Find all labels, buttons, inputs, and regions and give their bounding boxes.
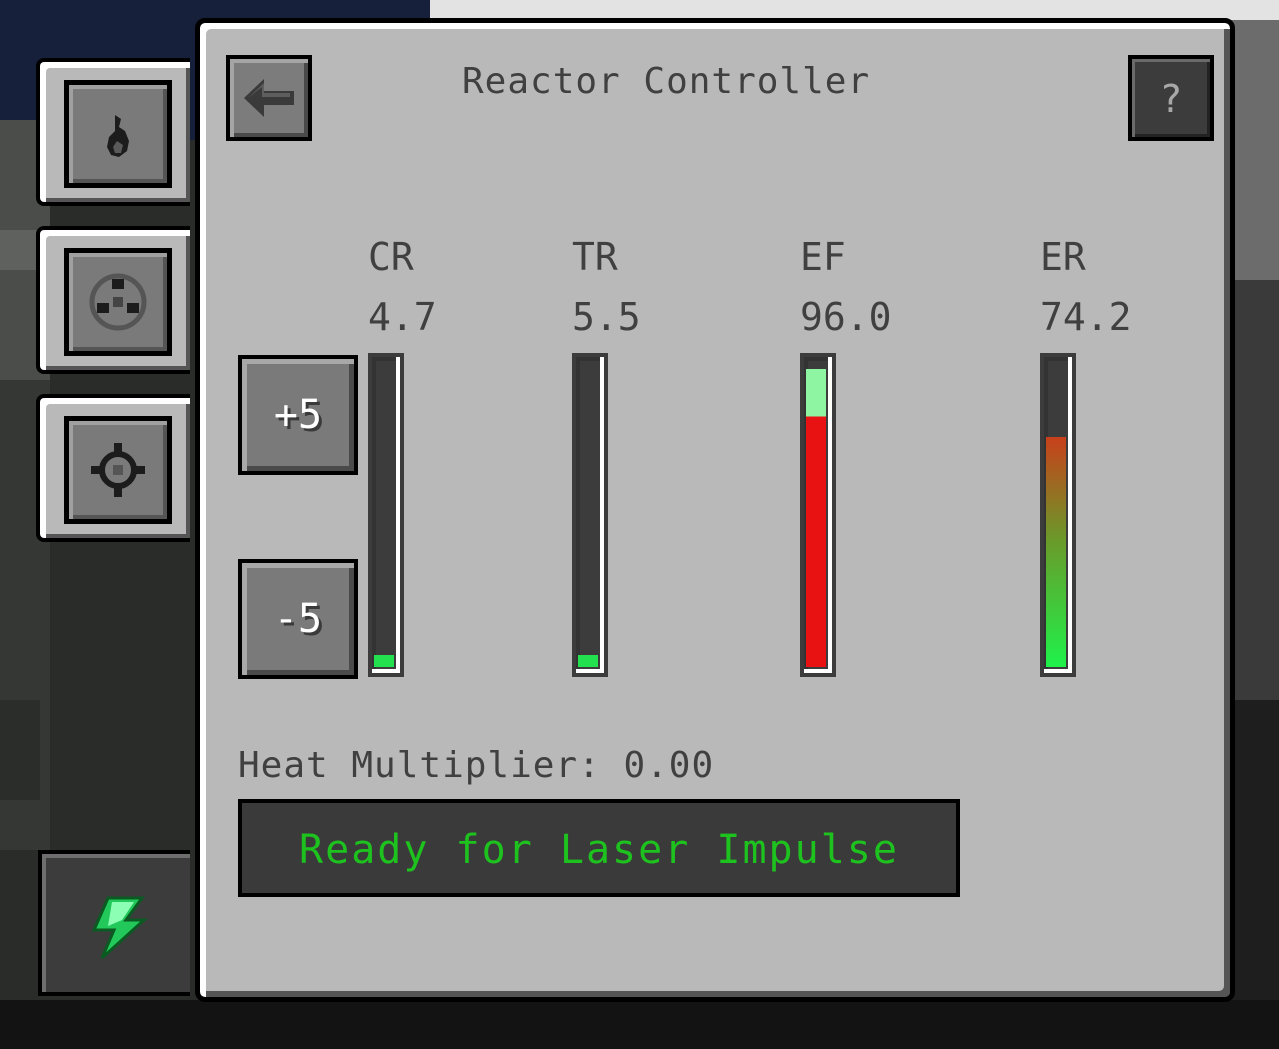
stone-block — [1230, 20, 1279, 280]
ground-shadow — [0, 1000, 1279, 1049]
game-scene: Reactor Controller ? CR 4.7 TR 5.5 EF 96… — [0, 0, 1279, 1049]
gauge-fill-tr — [578, 655, 598, 667]
side-tab-config[interactable] — [36, 394, 190, 542]
stone-block — [0, 230, 40, 270]
flame-icon — [107, 115, 129, 157]
heat-multiplier-label: Heat Multiplier: 0.00 — [238, 745, 715, 786]
gauge-value-tr: 5.5 — [572, 295, 641, 339]
increase-button[interactable]: +5 — [238, 355, 358, 475]
status-text: Ready for Laser Impulse — [299, 827, 899, 873]
page-title: Reactor Controller — [462, 61, 871, 102]
side-tab-slot — [64, 416, 172, 524]
energy-lightning-icon — [91, 896, 148, 960]
gauge-label-er: ER — [1040, 235, 1086, 279]
back-arrow-icon — [244, 79, 294, 117]
help-button-label: ? — [1159, 77, 1183, 121]
stone-block — [0, 700, 40, 800]
gauge-value-cr: 4.7 — [368, 295, 437, 339]
gauge-value-er: 74.2 — [1040, 295, 1132, 339]
gauge-fill-ef — [806, 369, 826, 667]
side-tab-slot — [64, 248, 172, 356]
gauge-label-tr: TR — [572, 235, 618, 279]
gauge-label-cr: CR — [368, 235, 414, 279]
gauge-bar-er — [1040, 353, 1076, 677]
decrease-button[interactable]: -5 — [238, 559, 358, 679]
reactor-controller-panel: Reactor Controller ? CR 4.7 TR 5.5 EF 96… — [195, 18, 1235, 1002]
side-tab-energy[interactable] — [38, 850, 190, 996]
back-button[interactable] — [226, 55, 312, 141]
reactor-core-icon — [89, 273, 147, 331]
stone-block — [1230, 700, 1279, 1049]
gauge-fill-er — [1046, 437, 1066, 667]
stone-block — [1230, 280, 1279, 700]
gauge-bar-cr — [368, 353, 404, 677]
gauge-value-ef: 96.0 — [800, 295, 892, 339]
side-tab-fuel[interactable] — [36, 58, 190, 206]
status-display: Ready for Laser Impulse — [238, 799, 960, 897]
gauge-fill-cr — [374, 655, 394, 667]
side-tab-reactor[interactable] — [36, 226, 190, 374]
help-button[interactable]: ? — [1128, 55, 1214, 141]
gauge-bar-ef — [800, 353, 836, 677]
gauge-bar-tr — [572, 353, 608, 677]
gauge-label-ef: EF — [800, 235, 846, 279]
side-tab-slot — [64, 80, 172, 188]
settings-gear-icon — [91, 443, 145, 497]
